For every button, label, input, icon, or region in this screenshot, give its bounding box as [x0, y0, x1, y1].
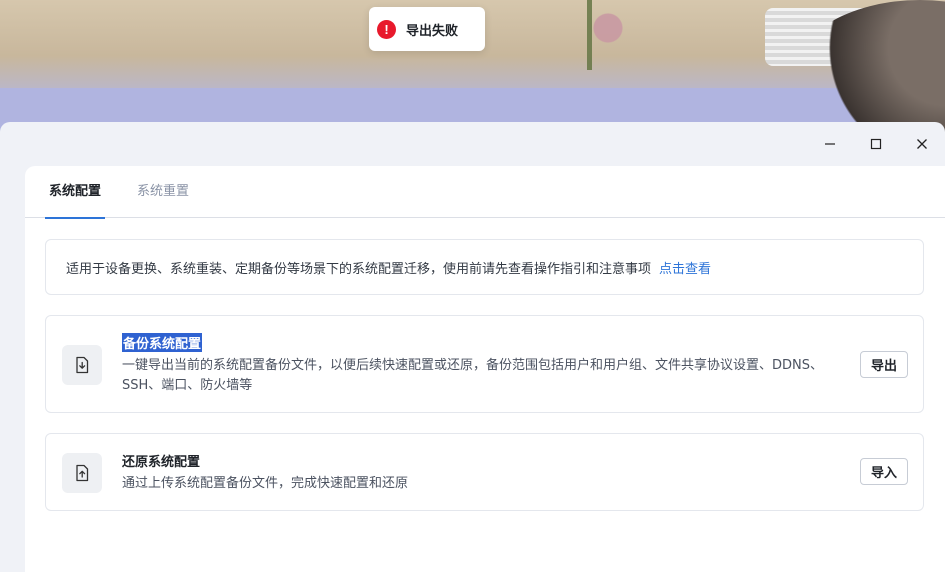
export-button[interactable]: 导出 [860, 351, 908, 378]
notice-text: 适用于设备更换、系统重装、定期备份等场景下的系统配置迁移，使用前请先查看操作指引… [66, 261, 652, 277]
backup-icon-box [62, 345, 102, 385]
backup-description: 一键导出当前的系统配置备份文件，以便后续快速配置或还原，备份范围包括用户和用户组… [122, 358, 823, 393]
backup-card: 备份系统配置 一键导出当前的系统配置备份文件，以便后续快速配置或还原，备份范围包… [45, 315, 924, 413]
maximize-button[interactable] [853, 122, 899, 166]
import-button[interactable]: 导入 [860, 458, 908, 485]
wallpaper-plant [560, 0, 640, 70]
window-controls [807, 122, 945, 166]
error-icon: ! [377, 19, 396, 39]
restore-title: 还原系统配置 [122, 455, 201, 470]
tab-system-config[interactable]: 系统配置 [44, 166, 106, 219]
minimize-icon [825, 143, 835, 145]
maximize-icon [870, 138, 882, 150]
app-window: 系统配置 系统重置 适用于设备更换、系统重装、定期备份等场景下的系统配置迁移，使… [0, 122, 945, 572]
content-panel: 系统配置 系统重置 适用于设备更换、系统重装、定期备份等场景下的系统配置迁移，使… [25, 166, 945, 572]
error-toast: ! 导出失败 [369, 7, 485, 51]
restore-icon-box [62, 453, 102, 493]
tab-bar: 系统配置 系统重置 [25, 166, 945, 219]
close-button[interactable] [899, 122, 945, 166]
file-upload-icon [76, 464, 89, 482]
minimize-button[interactable] [807, 122, 853, 166]
restore-card: 还原系统配置 通过上传系统配置备份文件，完成快速配置和还原 导入 [45, 433, 924, 511]
notice-banner: 适用于设备更换、系统重装、定期备份等场景下的系统配置迁移，使用前请先查看操作指引… [45, 239, 924, 295]
tab-system-reset[interactable]: 系统重置 [137, 166, 189, 218]
toast-message: 导出失败 [406, 23, 459, 39]
file-download-icon [76, 356, 89, 374]
restore-description: 通过上传系统配置备份文件，完成快速配置和还原 [122, 476, 409, 491]
backup-title: 备份系统配置 [122, 333, 203, 352]
close-icon [917, 139, 927, 149]
notice-link[interactable]: 点击查看 [659, 258, 711, 277]
